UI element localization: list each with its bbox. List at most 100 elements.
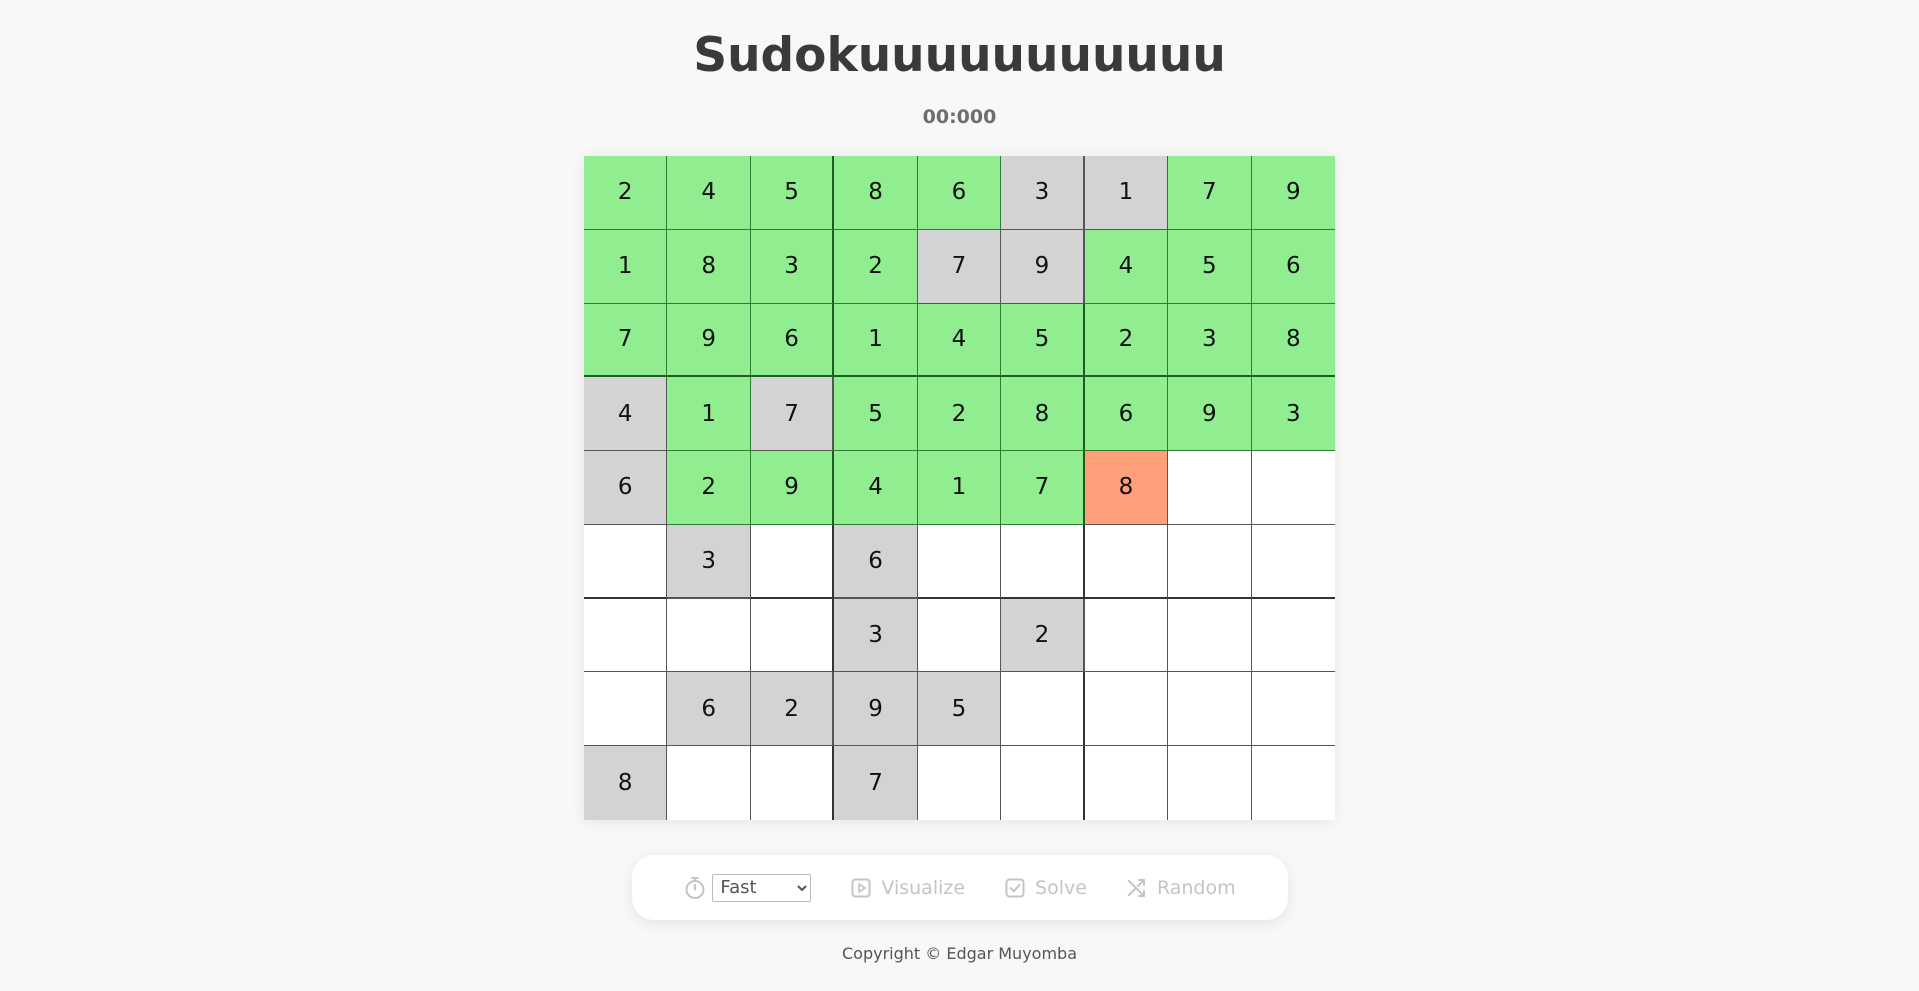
speed-control: Fast — [684, 873, 812, 902]
sudoku-cell[interactable]: 8 — [834, 156, 918, 230]
solve-button[interactable]: Solve — [1005, 877, 1087, 899]
sudoku-cell[interactable]: 5 — [917, 672, 1002, 747]
sudoku-cell[interactable] — [1084, 672, 1169, 747]
sudoku-cell[interactable]: 8 — [584, 746, 668, 820]
sudoku-cell[interactable] — [1168, 524, 1252, 599]
sudoku-cell[interactable]: 3 — [667, 524, 751, 599]
sudoku-cell[interactable] — [1168, 746, 1252, 820]
sudoku-cell[interactable]: 4 — [917, 303, 1002, 378]
sudoku-cell[interactable]: 9 — [1001, 229, 1085, 304]
speed-select[interactable]: Fast — [712, 873, 812, 902]
timer-display: 00:000 — [922, 106, 997, 128]
sudoku-cell[interactable]: 6 — [834, 524, 918, 599]
sudoku-cell[interactable] — [1251, 746, 1335, 820]
sudoku-cell[interactable]: 6 — [1084, 377, 1169, 452]
sudoku-cell[interactable]: 9 — [750, 451, 835, 525]
shuffle-icon — [1127, 878, 1147, 898]
sudoku-cell[interactable]: 9 — [1251, 156, 1335, 230]
sudoku-cell[interactable]: 6 — [667, 672, 751, 747]
sudoku-cell[interactable] — [667, 746, 751, 820]
visualize-button[interactable]: Visualize — [851, 877, 965, 899]
sudoku-cell[interactable]: 7 — [584, 303, 668, 378]
sudoku-cell[interactable] — [1001, 672, 1085, 747]
sudoku-cell[interactable]: 6 — [917, 156, 1002, 230]
control-toolbar: Fast Visualize Solve Random — [632, 855, 1288, 920]
solve-label: Solve — [1035, 876, 1087, 899]
sudoku-cell[interactable]: 7 — [1168, 156, 1252, 230]
sudoku-cell[interactable]: 1 — [917, 451, 1002, 525]
sudoku-cell[interactable]: 3 — [834, 598, 918, 673]
sudoku-cell[interactable]: 5 — [834, 377, 918, 452]
sudoku-cell[interactable]: 4 — [667, 156, 751, 230]
sudoku-cell[interactable] — [1084, 524, 1169, 599]
sudoku-cell[interactable]: 4 — [584, 377, 668, 452]
sudoku-cell[interactable] — [1168, 672, 1252, 747]
sudoku-cell[interactable] — [1251, 672, 1335, 747]
sudoku-cell[interactable]: 5 — [1001, 303, 1085, 378]
sudoku-cell[interactable] — [917, 746, 1002, 820]
sudoku-cell[interactable]: 5 — [1168, 229, 1252, 304]
sudoku-cell[interactable]: 5 — [750, 156, 835, 230]
sudoku-cell[interactable] — [1084, 746, 1169, 820]
sudoku-cell[interactable]: 2 — [584, 156, 668, 230]
sudoku-cell[interactable]: 7 — [834, 746, 918, 820]
sudoku-cell[interactable]: 8 — [667, 229, 751, 304]
sudoku-cell[interactable]: 8 — [1251, 303, 1335, 378]
sudoku-cell[interactable]: 7 — [917, 229, 1002, 304]
sudoku-cell[interactable] — [1168, 598, 1252, 673]
sudoku-cell[interactable]: 2 — [1001, 598, 1085, 673]
sudoku-cell[interactable]: 4 — [1084, 229, 1169, 304]
sudoku-cell[interactable]: 7 — [1001, 451, 1085, 525]
stopwatch-icon — [684, 876, 706, 900]
sudoku-cell[interactable] — [750, 598, 835, 673]
sudoku-cell[interactable] — [1251, 524, 1335, 599]
sudoku-cell[interactable]: 8 — [1001, 377, 1085, 452]
sudoku-cell[interactable] — [667, 598, 751, 673]
sudoku-cell[interactable]: 3 — [1001, 156, 1085, 230]
sudoku-cell[interactable]: 3 — [1168, 303, 1252, 378]
sudoku-cell[interactable]: 1 — [584, 229, 668, 304]
sudoku-cell[interactable]: 9 — [1168, 377, 1252, 452]
sudoku-cell[interactable] — [584, 598, 668, 673]
sudoku-cell[interactable]: 1 — [667, 377, 751, 452]
sudoku-board: 2458631791832794567961452384175286936294… — [584, 156, 1335, 820]
sudoku-cell[interactable]: 2 — [834, 229, 918, 304]
sudoku-cell[interactable]: 7 — [750, 377, 835, 452]
sudoku-cell[interactable]: 8 — [1084, 451, 1169, 525]
checkbox-icon — [1005, 878, 1025, 898]
sudoku-cell[interactable]: 2 — [917, 377, 1002, 452]
sudoku-cell[interactable]: 2 — [750, 672, 835, 747]
sudoku-cell[interactable]: 1 — [834, 303, 918, 378]
sudoku-cell[interactable] — [750, 524, 835, 599]
sudoku-cell[interactable] — [1251, 451, 1335, 525]
copyright-footer: Copyright © Edgar Muyomba — [842, 944, 1077, 963]
random-label: Random — [1156, 876, 1236, 899]
sudoku-cell[interactable]: 3 — [750, 229, 835, 304]
sudoku-cell[interactable]: 2 — [667, 451, 751, 525]
sudoku-cell[interactable]: 6 — [750, 303, 835, 378]
play-icon — [851, 878, 871, 898]
visualize-label: Visualize — [881, 876, 966, 899]
sudoku-cell[interactable]: 6 — [584, 451, 668, 525]
sudoku-cell[interactable] — [584, 672, 668, 747]
sudoku-cell[interactable]: 2 — [1084, 303, 1169, 378]
sudoku-cell[interactable]: 9 — [667, 303, 751, 378]
page: Sudokuuuuuuuuuuu 00:000 2458631791832794… — [0, 0, 1919, 991]
sudoku-cell[interactable]: 6 — [1251, 229, 1335, 304]
sudoku-cell[interactable]: 3 — [1251, 377, 1335, 452]
random-button[interactable]: Random — [1127, 877, 1236, 899]
sudoku-cell[interactable] — [584, 524, 668, 599]
page-title: Sudokuuuuuuuuuuu — [693, 28, 1226, 83]
sudoku-cell[interactable]: 4 — [834, 451, 918, 525]
sudoku-cell[interactable]: 1 — [1084, 156, 1169, 230]
sudoku-cell[interactable] — [917, 598, 1002, 673]
sudoku-cell[interactable] — [917, 524, 1002, 599]
sudoku-cell[interactable] — [1251, 598, 1335, 673]
sudoku-cell[interactable]: 9 — [834, 672, 918, 747]
sudoku-cell[interactable] — [1001, 746, 1085, 820]
sudoku-cell[interactable] — [1001, 524, 1085, 599]
sudoku-board-container: 2458631791832794567961452384175286936294… — [584, 156, 1335, 820]
sudoku-cell[interactable] — [1084, 598, 1169, 673]
sudoku-cell[interactable] — [750, 746, 835, 820]
sudoku-cell[interactable] — [1168, 451, 1252, 525]
